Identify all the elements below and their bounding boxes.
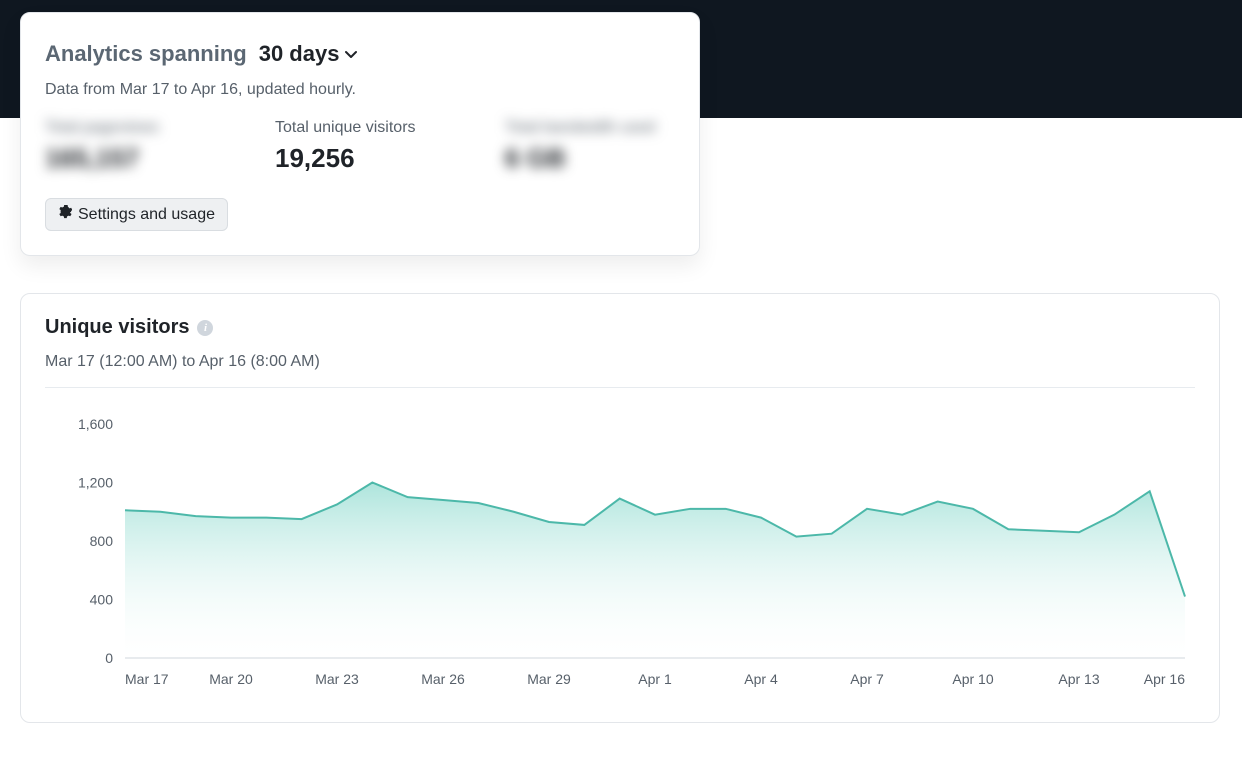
unique-visitors-card: Unique visitors i Mar 17 (12:00 AM) to A… <box>20 293 1220 723</box>
chart-subtext: Mar 17 (12:00 AM) to Apr 16 (8:00 AM) <box>45 353 1195 371</box>
settings-and-usage-button[interactable]: Settings and usage <box>45 198 228 231</box>
stat-label: Total unique visitors <box>275 119 445 137</box>
stat-label: Total pageviews <box>45 119 215 137</box>
svg-text:Apr 16: Apr 16 <box>1144 671 1185 687</box>
stat-pageviews: Total pageviews 165,157 <box>45 119 215 174</box>
date-range-value: 30 days <box>259 41 340 67</box>
chart-title-row: Unique visitors i <box>45 316 1195 339</box>
analytics-heading-label: Analytics spanning <box>45 41 247 67</box>
svg-text:Apr 4: Apr 4 <box>744 671 778 687</box>
svg-text:Mar 29: Mar 29 <box>527 671 571 687</box>
stat-value: 165,157 <box>45 143 215 174</box>
stat-label: Total bandwidth used <box>505 119 675 137</box>
svg-text:Apr 13: Apr 13 <box>1058 671 1099 687</box>
stats-row: Total pageviews 165,157 Total unique vis… <box>45 119 675 174</box>
svg-text:Mar 23: Mar 23 <box>315 671 359 687</box>
chart-plot: 0 400 800 1,200 1,600 Mar 17 Mar 20 Mar 23 Mar … <box>45 418 1195 698</box>
chart-title: Unique visitors <box>45 316 189 339</box>
settings-button-label: Settings and usage <box>78 206 215 224</box>
date-range-select[interactable]: 30 days <box>259 41 358 67</box>
svg-text:Mar 26: Mar 26 <box>421 671 465 687</box>
chevron-down-icon <box>345 50 357 59</box>
svg-text:Mar 17: Mar 17 <box>125 671 169 687</box>
svg-text:1,200: 1,200 <box>78 475 113 491</box>
gear-icon <box>58 205 72 224</box>
stat-value: 19,256 <box>275 143 445 174</box>
svg-text:1,600: 1,600 <box>78 418 113 432</box>
svg-text:Mar 20: Mar 20 <box>209 671 253 687</box>
svg-text:800: 800 <box>90 533 114 549</box>
stat-value: 6 GB <box>505 143 675 174</box>
analytics-heading-row: Analytics spanning 30 days <box>45 41 675 67</box>
divider <box>45 387 1195 388</box>
svg-text:Apr 1: Apr 1 <box>638 671 672 687</box>
stat-unique-visitors: Total unique visitors 19,256 <box>275 119 445 174</box>
stat-bandwidth: Total bandwidth used 6 GB <box>505 119 675 174</box>
info-icon[interactable]: i <box>197 320 213 336</box>
analytics-summary-card: Analytics spanning 30 days Data from Mar… <box>20 12 700 256</box>
svg-text:0: 0 <box>105 650 113 666</box>
svg-text:400: 400 <box>90 592 114 608</box>
svg-text:Apr 10: Apr 10 <box>952 671 993 687</box>
analytics-subtext: Data from Mar 17 to Apr 16, updated hour… <box>45 81 675 99</box>
svg-text:Apr 7: Apr 7 <box>850 671 884 687</box>
